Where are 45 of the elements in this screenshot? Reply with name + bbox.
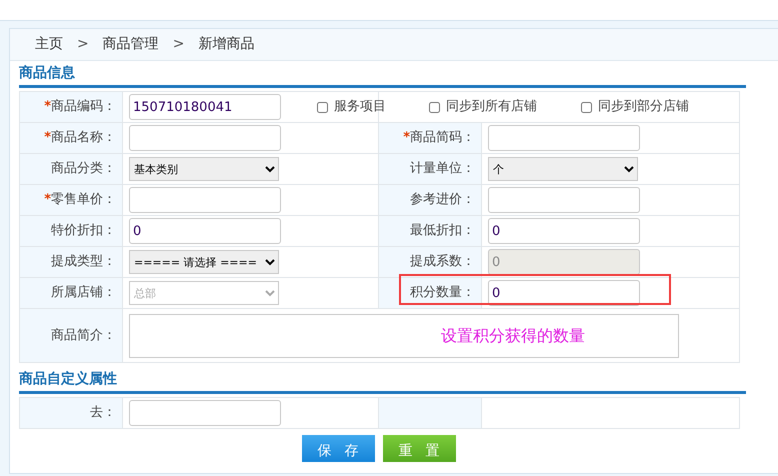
annotation-text: 设置积分获得的数量: [441, 324, 585, 346]
field-label: *商品编码：: [20, 92, 122, 122]
field-label: *零售单价：: [20, 184, 122, 216]
field-label: 商品简介：: [20, 308, 122, 362]
input-field[interactable]: 0: [129, 218, 281, 244]
checkbox[interactable]: [429, 102, 440, 112]
breadcrumb-item[interactable]: 主页: [35, 34, 63, 55]
field-label: 去：: [20, 398, 122, 428]
checkbox[interactable]: [581, 102, 592, 112]
input-field[interactable]: [488, 187, 640, 213]
required-mark: *: [403, 130, 410, 146]
required-mark: *: [44, 130, 51, 146]
field-label: 提成类型：: [20, 246, 122, 278]
breadcrumb-separator: >: [77, 35, 89, 54]
select-field[interactable]: ===== 请选择 ====: [129, 250, 279, 274]
input-field[interactable]: [129, 187, 281, 213]
input-field[interactable]: [129, 400, 281, 426]
breadcrumb-item[interactable]: 商品管理: [102, 34, 159, 55]
breadcrumb-separator: >: [172, 35, 184, 54]
required-mark: *: [44, 99, 51, 114]
checkbox-label[interactable]: 同步到所有店铺: [446, 97, 537, 117]
input-field[interactable]: [488, 125, 640, 151]
section-title: 商品信息: [19, 61, 746, 88]
field-label: 商品分类：: [20, 154, 122, 184]
checkbox[interactable]: [317, 102, 328, 112]
field-label: 最低折扣：: [378, 216, 482, 246]
field-label: *商品简码：: [378, 122, 482, 154]
field-label: 参考进价：: [378, 184, 482, 216]
select-field[interactable]: 基本类别: [129, 157, 279, 181]
checkbox-label[interactable]: 服务项目: [334, 97, 386, 117]
input-field[interactable]: 0: [488, 280, 640, 306]
input-field[interactable]: [129, 125, 281, 151]
field-label: 所属店铺：: [20, 278, 122, 308]
field-label: 计量单位：: [378, 154, 482, 184]
section-title: 商品自定义属性: [19, 367, 746, 394]
checkbox-label[interactable]: 同步到部分店铺: [598, 97, 689, 117]
field-label: 提成系数：: [378, 246, 482, 278]
input-field[interactable]: 0: [488, 218, 640, 244]
breadcrumb-item[interactable]: 新增商品: [198, 34, 254, 55]
input-field[interactable]: 150710180041: [129, 94, 281, 120]
select-field[interactable]: 个: [488, 157, 638, 181]
field-label: 特价折扣：: [20, 216, 122, 246]
field-label: *商品名称：: [20, 122, 122, 154]
text-area[interactable]: [129, 314, 679, 358]
required-mark: *: [44, 192, 51, 208]
